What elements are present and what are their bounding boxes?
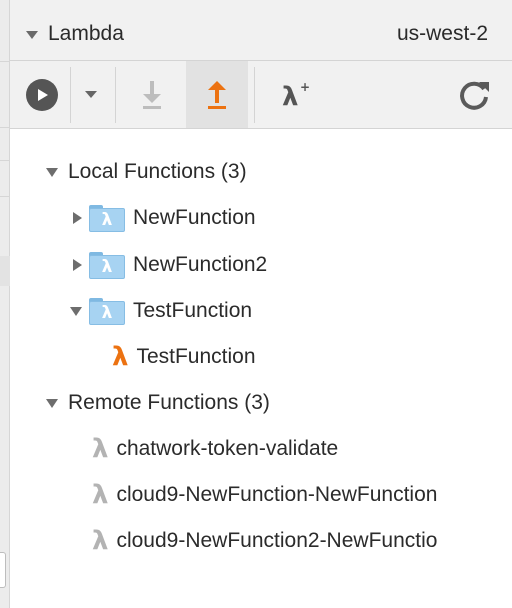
svg-text:λ: λ xyxy=(282,82,298,111)
tree-item-local-function[interactable]: λ NewFunction xyxy=(73,198,256,238)
editor-edge-divider xyxy=(0,61,10,62)
folder-icon: λ xyxy=(89,297,125,325)
toolbar-divider xyxy=(254,67,255,123)
editor-edge-highlight xyxy=(0,256,10,286)
lambda-panel: Lambda us-west-2 λ + Local Functions (3)… xyxy=(10,0,512,608)
collapse-caret-icon[interactable] xyxy=(26,31,38,39)
expand-right-icon[interactable] xyxy=(73,259,82,271)
panel-header[interactable]: Lambda us-west-2 xyxy=(10,0,512,61)
folder-icon-body: λ xyxy=(89,208,125,232)
toolbar-divider xyxy=(115,67,116,123)
play-icon xyxy=(26,78,58,111)
lambda-icon: λ xyxy=(112,342,129,372)
editor-edge xyxy=(0,0,10,608)
tree-item-remote-function[interactable]: λ chatwork-token-validate xyxy=(92,429,338,469)
editor-edge-divider xyxy=(0,196,10,197)
refresh-button[interactable] xyxy=(450,61,498,128)
lambda-toolbar: λ + xyxy=(10,61,512,129)
run-button[interactable] xyxy=(22,61,62,128)
tree-item-local-function[interactable]: λ NewFunction2 xyxy=(73,245,267,285)
lambda-icon: λ xyxy=(92,526,109,556)
toolbar-divider xyxy=(70,67,71,123)
region-label: us-west-2 xyxy=(396,22,488,45)
expand-right-icon[interactable] xyxy=(73,212,82,224)
tree-item-label: cloud9-NewFunction2-NewFunctio xyxy=(116,529,438,552)
expand-down-icon[interactable] xyxy=(46,398,58,408)
upload-icon xyxy=(208,80,226,109)
download-icon xyxy=(143,80,161,109)
tree-group-local[interactable]: Local Functions (3) xyxy=(46,152,247,192)
expand-down-icon[interactable] xyxy=(70,306,82,316)
group-label: Remote Functions (3) xyxy=(68,391,270,414)
create-function-button[interactable]: λ + xyxy=(272,61,320,128)
editor-edge-divider xyxy=(0,160,10,161)
tree-item-handler[interactable]: λ TestFunction xyxy=(112,337,256,377)
group-label: Local Functions (3) xyxy=(68,160,247,183)
tree-item-label: NewFunction2 xyxy=(133,253,268,276)
folder-icon: λ xyxy=(89,204,125,232)
tree-item-label: TestFunction xyxy=(136,345,256,368)
import-button[interactable] xyxy=(128,61,176,128)
tree-item-label: TestFunction xyxy=(133,299,253,322)
panel-title: Lambda xyxy=(48,22,124,45)
chevron-down-icon xyxy=(85,91,97,98)
folder-icon: λ xyxy=(89,251,125,279)
refresh-icon xyxy=(460,81,489,110)
lambda-icon: λ xyxy=(92,434,109,464)
tree-item-label: chatwork-token-validate xyxy=(116,437,339,460)
tree-item-local-function[interactable]: λ TestFunction xyxy=(70,291,252,331)
folder-icon-body: λ xyxy=(89,255,125,279)
tree-item-label: NewFunction xyxy=(133,206,256,229)
lambda-icon: λ xyxy=(92,480,109,510)
run-dropdown-button[interactable] xyxy=(76,61,106,128)
editor-edge-divider xyxy=(0,127,10,128)
lambda-plus-icon: λ + xyxy=(282,80,310,111)
editor-edge-tab[interactable] xyxy=(0,552,6,588)
svg-text:+: + xyxy=(300,80,310,94)
deploy-button[interactable] xyxy=(186,61,248,128)
folder-icon-body: λ xyxy=(89,301,125,325)
tree-item-remote-function[interactable]: λ cloud9-NewFunction-NewFunction xyxy=(92,475,437,515)
tree-group-remote[interactable]: Remote Functions (3) xyxy=(46,383,270,423)
tree-item-remote-function[interactable]: λ cloud9-NewFunction2-NewFunctio xyxy=(92,521,437,561)
tree-item-label: cloud9-NewFunction-NewFunction xyxy=(116,483,438,506)
expand-down-icon[interactable] xyxy=(46,167,58,177)
